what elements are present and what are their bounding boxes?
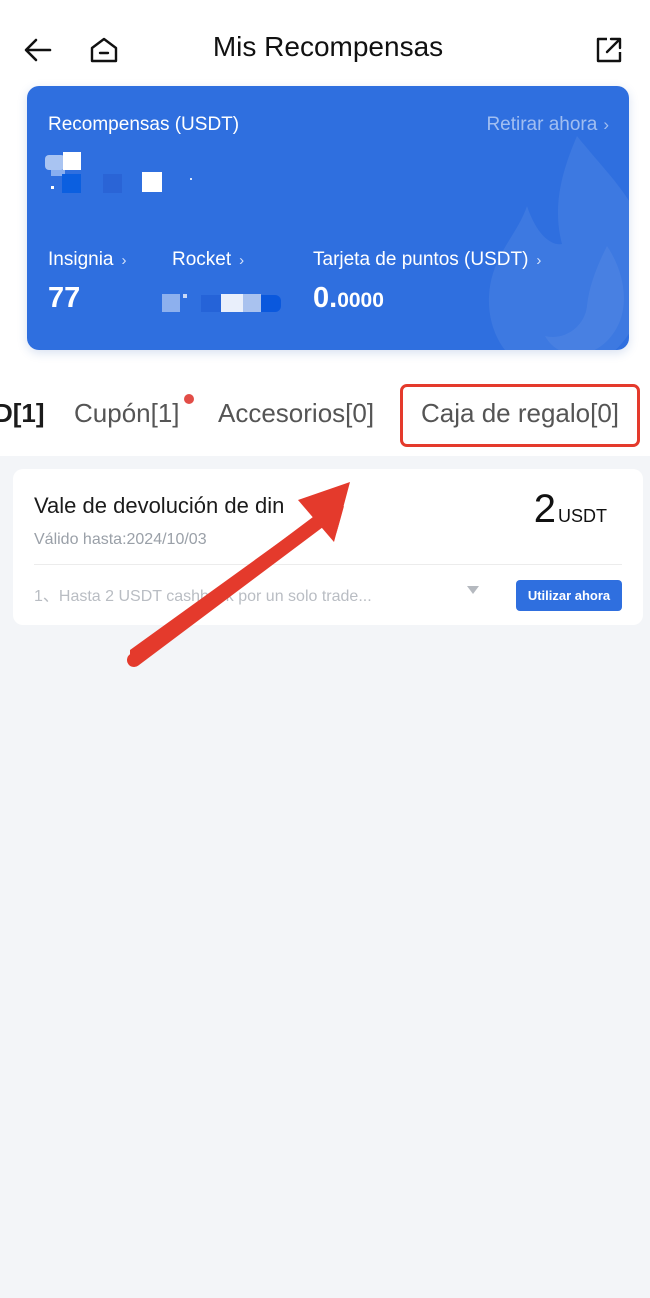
header: Mis Recompensas xyxy=(0,0,650,96)
withdraw-link[interactable]: Retirar ahora › xyxy=(486,114,609,136)
share-button[interactable] xyxy=(589,30,629,70)
points-card-link[interactable]: Tarjeta de puntos (USDT) › xyxy=(313,249,541,271)
voucher-amount-value: 2 xyxy=(533,487,556,531)
insignia-link[interactable]: Insignia › xyxy=(48,249,127,271)
chevron-down-icon[interactable] xyxy=(467,586,479,594)
points-card-label: Tarjeta de puntos (USDT) xyxy=(313,249,529,270)
voucher-title: Vale de devolución de din xyxy=(34,493,285,518)
voucher-card: Vale de devolución de din Válido hasta:2… xyxy=(13,469,643,625)
chevron-right-icon: › xyxy=(536,251,542,269)
use-now-button[interactable]: Utilizar ahora xyxy=(516,580,622,611)
divider xyxy=(34,564,622,565)
chevron-right-icon: › xyxy=(121,251,127,269)
page-title: Mis Recompensas xyxy=(212,31,444,62)
external-share-icon xyxy=(596,37,622,63)
top-area: Mis Recompensas Recompensas (USDT) Retir… xyxy=(0,0,650,456)
tab-accesorios[interactable]: Accesorios[0] xyxy=(218,398,374,429)
voucher-amount-unit: USDT xyxy=(558,506,607,526)
voucher-description: 1、Hasta 2 USDT cashback por un solo trad… xyxy=(34,588,372,605)
flame-watermark-icon xyxy=(488,136,629,350)
chevron-right-icon: › xyxy=(239,251,245,269)
insignia-value: 77 xyxy=(48,282,81,314)
chevron-right-icon: › xyxy=(603,115,609,134)
rewards-card: Recompensas (USDT) Retirar ahora › Insig… xyxy=(27,86,629,350)
masked-rocket-value xyxy=(159,292,289,314)
tab-d[interactable]: D[1] xyxy=(0,398,45,429)
points-card-value: 0.0000 xyxy=(313,282,384,315)
rewards-title: Recompensas (USDT) xyxy=(48,114,240,135)
annotation-highlight-box xyxy=(400,384,640,447)
points-card-int: 0. xyxy=(313,282,338,314)
tab-cupon[interactable]: Cupón[1] xyxy=(74,398,180,429)
masked-balance xyxy=(43,152,243,198)
voucher-validity: Válido hasta:2024/10/03 xyxy=(34,531,207,548)
withdraw-label: Retirar ahora xyxy=(486,114,598,135)
points-card-dec: 0000 xyxy=(337,289,384,312)
rocket-label: Rocket xyxy=(172,249,232,270)
notification-dot xyxy=(184,394,194,404)
voucher-amount: 2 USDT xyxy=(534,487,607,532)
insignia-label: Insignia xyxy=(48,249,114,270)
tab-bar: D[1] Cupón[1] Accesorios[0] Caja de rega… xyxy=(0,384,650,448)
rocket-link[interactable]: Rocket › xyxy=(172,249,244,271)
